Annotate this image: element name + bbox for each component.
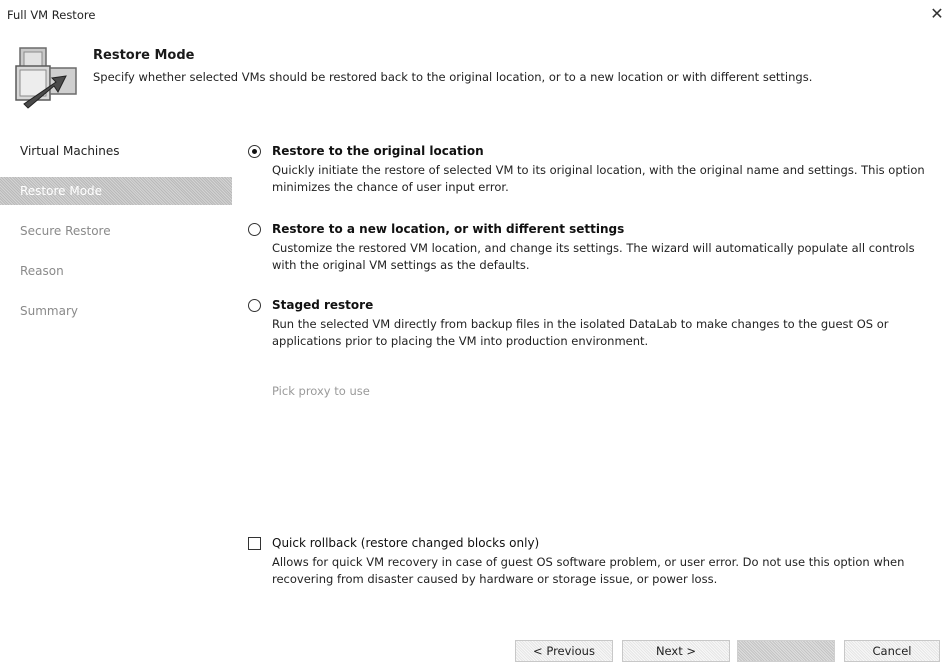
- next-button[interactable]: Next >: [622, 640, 730, 662]
- finish-button[interactable]: [737, 640, 835, 662]
- sidebar-item-label: Restore Mode: [20, 184, 103, 198]
- close-icon[interactable]: ✕: [928, 5, 946, 23]
- vm-restore-icon: [15, 47, 77, 109]
- sidebar-item-virtual-machines[interactable]: Virtual Machines: [0, 137, 232, 165]
- quick-rollback-checkbox[interactable]: [248, 537, 261, 550]
- option-label: Restore to a new location, or with diffe…: [272, 222, 625, 236]
- option-label: Staged restore: [272, 298, 374, 312]
- previous-button[interactable]: < Previous: [515, 640, 613, 662]
- cancel-button[interactable]: Cancel: [844, 640, 940, 662]
- option-description: Quickly initiate the restore of selected…: [272, 163, 925, 194]
- option-description: Customize the restored VM location, and …: [272, 241, 915, 272]
- sidebar-item-restore-mode[interactable]: Restore Mode: [0, 177, 232, 205]
- pick-proxy-link[interactable]: Pick proxy to use: [272, 384, 370, 398]
- radio-restore-original[interactable]: [248, 145, 261, 158]
- sidebar-item-summary[interactable]: Summary: [0, 297, 232, 325]
- option-label: Restore to the original location: [272, 144, 484, 158]
- checkbox-description: Allows for quick VM recovery in case of …: [272, 555, 905, 586]
- sidebar-item-label: Summary: [20, 304, 78, 318]
- window-title: Full VM Restore: [7, 8, 96, 22]
- sidebar-item-label: Virtual Machines: [20, 144, 120, 158]
- option-description: Run the selected VM directly from backup…: [272, 317, 889, 348]
- wizard-steps-sidebar: Virtual Machines Restore Mode Secure Res…: [0, 137, 232, 337]
- sidebar-item-reason[interactable]: Reason: [0, 257, 232, 285]
- radio-staged-restore[interactable]: [248, 299, 261, 312]
- page-subtitle: Specify whether selected VMs should be r…: [93, 70, 813, 84]
- checkbox-label: Quick rollback (restore changed blocks o…: [272, 536, 540, 550]
- sidebar-item-secure-restore[interactable]: Secure Restore: [0, 217, 232, 245]
- sidebar-item-label: Reason: [20, 264, 64, 278]
- sidebar-item-label: Secure Restore: [20, 224, 111, 238]
- page-title: Restore Mode: [93, 48, 195, 63]
- radio-restore-new-location[interactable]: [248, 223, 261, 236]
